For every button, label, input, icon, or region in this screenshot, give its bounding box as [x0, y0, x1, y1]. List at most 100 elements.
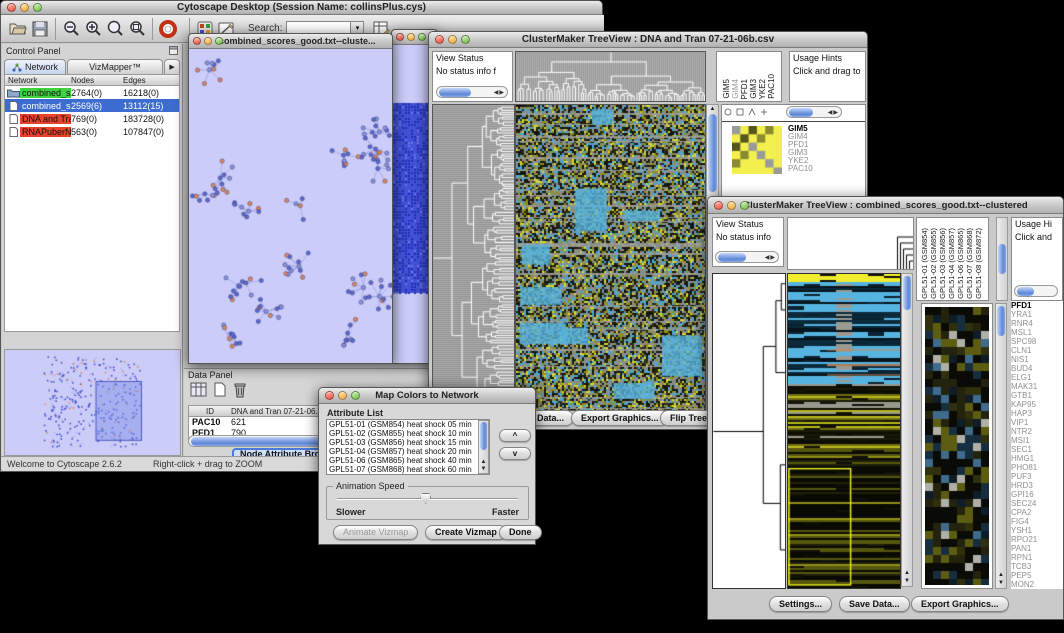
gene-label[interactable]: GTB1 — [1011, 391, 1063, 400]
export-graphics-button[interactable]: Export Graphics... — [571, 410, 669, 426]
tab-overflow-button[interactable]: ▶ — [164, 59, 180, 74]
gene-label[interactable]: HMG1 — [1011, 454, 1063, 463]
minimize-button[interactable] — [338, 391, 347, 400]
gene-label[interactable]: GPI16 — [1011, 490, 1063, 499]
gene-label[interactable]: BUD4 — [1011, 364, 1063, 373]
zoom-out-icon[interactable] — [60, 18, 82, 40]
zoom-button[interactable] — [418, 33, 426, 41]
tv1-column-dendrogram[interactable] — [515, 51, 706, 102]
gene-label[interactable]: NIS1 — [1011, 355, 1063, 364]
zoom-actual-icon[interactable] — [126, 18, 148, 40]
gene-label[interactable]: SEC1 — [1011, 445, 1063, 454]
column-label[interactable]: YKE2 — [759, 79, 767, 99]
gene-label[interactable]: PUF3 — [1011, 472, 1063, 481]
tv2-row-dendrogram[interactable] — [712, 273, 786, 589]
dialog-titlebar[interactable]: Map Colors to Network — [319, 388, 535, 404]
network-table-row[interactable]: combined_sco 2569(6) 13112(15) — [5, 99, 179, 112]
new-attribute-icon[interactable] — [213, 382, 227, 403]
gene-label[interactable]: SPC98 — [1011, 337, 1063, 346]
gene-label[interactable]: MSL1 — [1011, 328, 1063, 337]
column-label[interactable]: GPL51-08 (GSM872) — [974, 228, 983, 299]
gene-label[interactable]: NTR2 — [1011, 427, 1063, 436]
attribute-list-scrollbar[interactable]: ▲ ▼ — [478, 420, 489, 474]
float-panel-icon[interactable] — [169, 42, 178, 60]
tv2-heatmap-vscrollbar[interactable]: ▲ ▼ — [901, 273, 913, 587]
tv2-column-dendrogram[interactable] — [787, 217, 914, 270]
close-button[interactable] — [435, 35, 444, 44]
zoom-in-icon[interactable] — [82, 18, 104, 40]
gene-label[interactable]: FIG4 — [1011, 517, 1063, 526]
done-button[interactable]: Done — [499, 525, 542, 540]
column-label[interactable]: GPL51-01 (GSM854) — [920, 228, 929, 299]
gene-label[interactable]: RPO21 — [1011, 535, 1063, 544]
network-canvas[interactable] — [189, 49, 392, 363]
zoom-button[interactable] — [215, 37, 223, 45]
column-label[interactable]: PAC10 — [768, 74, 776, 99]
minimize-button[interactable] — [448, 35, 457, 44]
attribute-list-item[interactable]: GPL51-03 (GSM856) heat shock 15 min — [327, 438, 478, 447]
minimize-button[interactable] — [407, 33, 415, 41]
close-button[interactable] — [325, 391, 334, 400]
gene-label[interactable]: PFD1 — [1011, 301, 1063, 310]
move-up-button[interactable]: ^ — [499, 429, 531, 442]
gene-label[interactable]: RPN1 — [1011, 553, 1063, 562]
tv1-mini-heatmap[interactable] — [732, 126, 782, 174]
tv1-row-dendrogram[interactable] — [432, 104, 515, 411]
gene-label[interactable]: PAN1 — [1011, 544, 1063, 553]
data-table-header[interactable]: ID DNA and Tran 07-21-06... — [189, 406, 337, 417]
gene-label[interactable]: SEC24 — [1011, 499, 1063, 508]
gene-label[interactable]: PAC10 — [788, 165, 828, 173]
network-view-titlebar[interactable]: combined_scores_good.txt--cluste... — [189, 34, 392, 49]
save-icon[interactable] — [29, 18, 51, 40]
select-attributes-icon[interactable] — [190, 382, 207, 403]
mini-tool-icon[interactable] — [748, 108, 757, 116]
gene-label[interactable]: YSH1 — [1011, 526, 1063, 535]
attribute-list-item[interactable]: GPL51-01 (GSM854) heat shock 05 min — [327, 420, 478, 429]
tv2-hints-vscrollbar[interactable] — [996, 217, 1008, 301]
zoom-button[interactable] — [351, 391, 360, 400]
open-file-icon[interactable] — [7, 18, 29, 40]
attribute-list-item[interactable]: GPL51-06 (GSM865) heat shock 40 min — [327, 456, 478, 465]
attribute-listbox[interactable]: GPL51-01 (GSM854) heat shock 05 minGPL51… — [326, 419, 490, 475]
delete-attribute-icon[interactable] — [233, 382, 247, 403]
close-button[interactable] — [7, 3, 16, 12]
column-label[interactable]: GPL51-02 (GSM855) — [929, 228, 938, 299]
column-label[interactable]: GIM4 — [732, 79, 740, 99]
tv2-hints-scrollbar[interactable] — [1014, 285, 1058, 297]
column-label[interactable]: GPL51-07 (GSM868) — [965, 228, 974, 299]
network-overview-canvas[interactable] — [5, 350, 180, 455]
tv1-main-heatmap[interactable] — [515, 104, 706, 411]
network-table-header[interactable]: Network Nodes Edges — [5, 75, 179, 86]
tab-network[interactable]: Network — [4, 59, 66, 74]
speed-slider[interactable] — [337, 498, 518, 500]
column-label[interactable]: GIM5 — [723, 79, 731, 99]
network-table-row[interactable]: combined_scores 2764(0) 16218(0) — [5, 86, 179, 99]
network-table-row[interactable]: DNA and Tran 07 769(0) 183728(0) — [5, 112, 179, 125]
gene-label[interactable]: CPA2 — [1011, 508, 1063, 517]
animate-vizmap-button[interactable]: Animate Vizmap — [333, 525, 418, 540]
export-graphics-button[interactable]: Export Graphics... — [911, 596, 1009, 612]
gene-label[interactable]: PHO81 — [1011, 463, 1063, 472]
tv1-detail-scrollbar[interactable]: ◀▶ — [786, 106, 842, 118]
data-table-row[interactable]: PAC10 621 — [189, 417, 337, 428]
gene-label[interactable]: ELG1 — [1011, 373, 1063, 382]
attribute-list-item[interactable]: GPL51-02 (GSM855) heat shock 10 min — [327, 429, 478, 438]
move-down-button[interactable]: v — [499, 447, 531, 460]
gene-label[interactable]: MON2 — [1011, 580, 1063, 589]
treeview2-titlebar[interactable]: ClusterMaker TreeView : combined_scores_… — [708, 197, 1063, 214]
treeview1-titlebar[interactable]: ClusterMaker TreeView : DNA and Tran 07-… — [429, 32, 867, 48]
minimize-button[interactable] — [20, 3, 29, 12]
gene-label[interactable]: RNR4 — [1011, 319, 1063, 328]
close-button[interactable] — [193, 37, 201, 45]
tv2-zoom-heatmap[interactable] — [925, 307, 989, 585]
column-label[interactable]: GPL51-04 (GSM857) — [947, 228, 956, 299]
tv2-zoom-vscrollbar[interactable]: ▲ ▼ — [995, 303, 1007, 589]
mini-tool-icon[interactable] — [736, 108, 745, 116]
column-label[interactable]: GIM3 — [750, 79, 758, 99]
slider-thumb[interactable] — [420, 493, 431, 504]
close-button[interactable] — [396, 33, 404, 41]
column-label[interactable]: PFD1 — [741, 79, 749, 99]
minimize-button[interactable] — [204, 37, 212, 45]
create-vizmap-button[interactable]: Create Vizmap — [425, 525, 507, 540]
close-button[interactable] — [714, 201, 723, 210]
